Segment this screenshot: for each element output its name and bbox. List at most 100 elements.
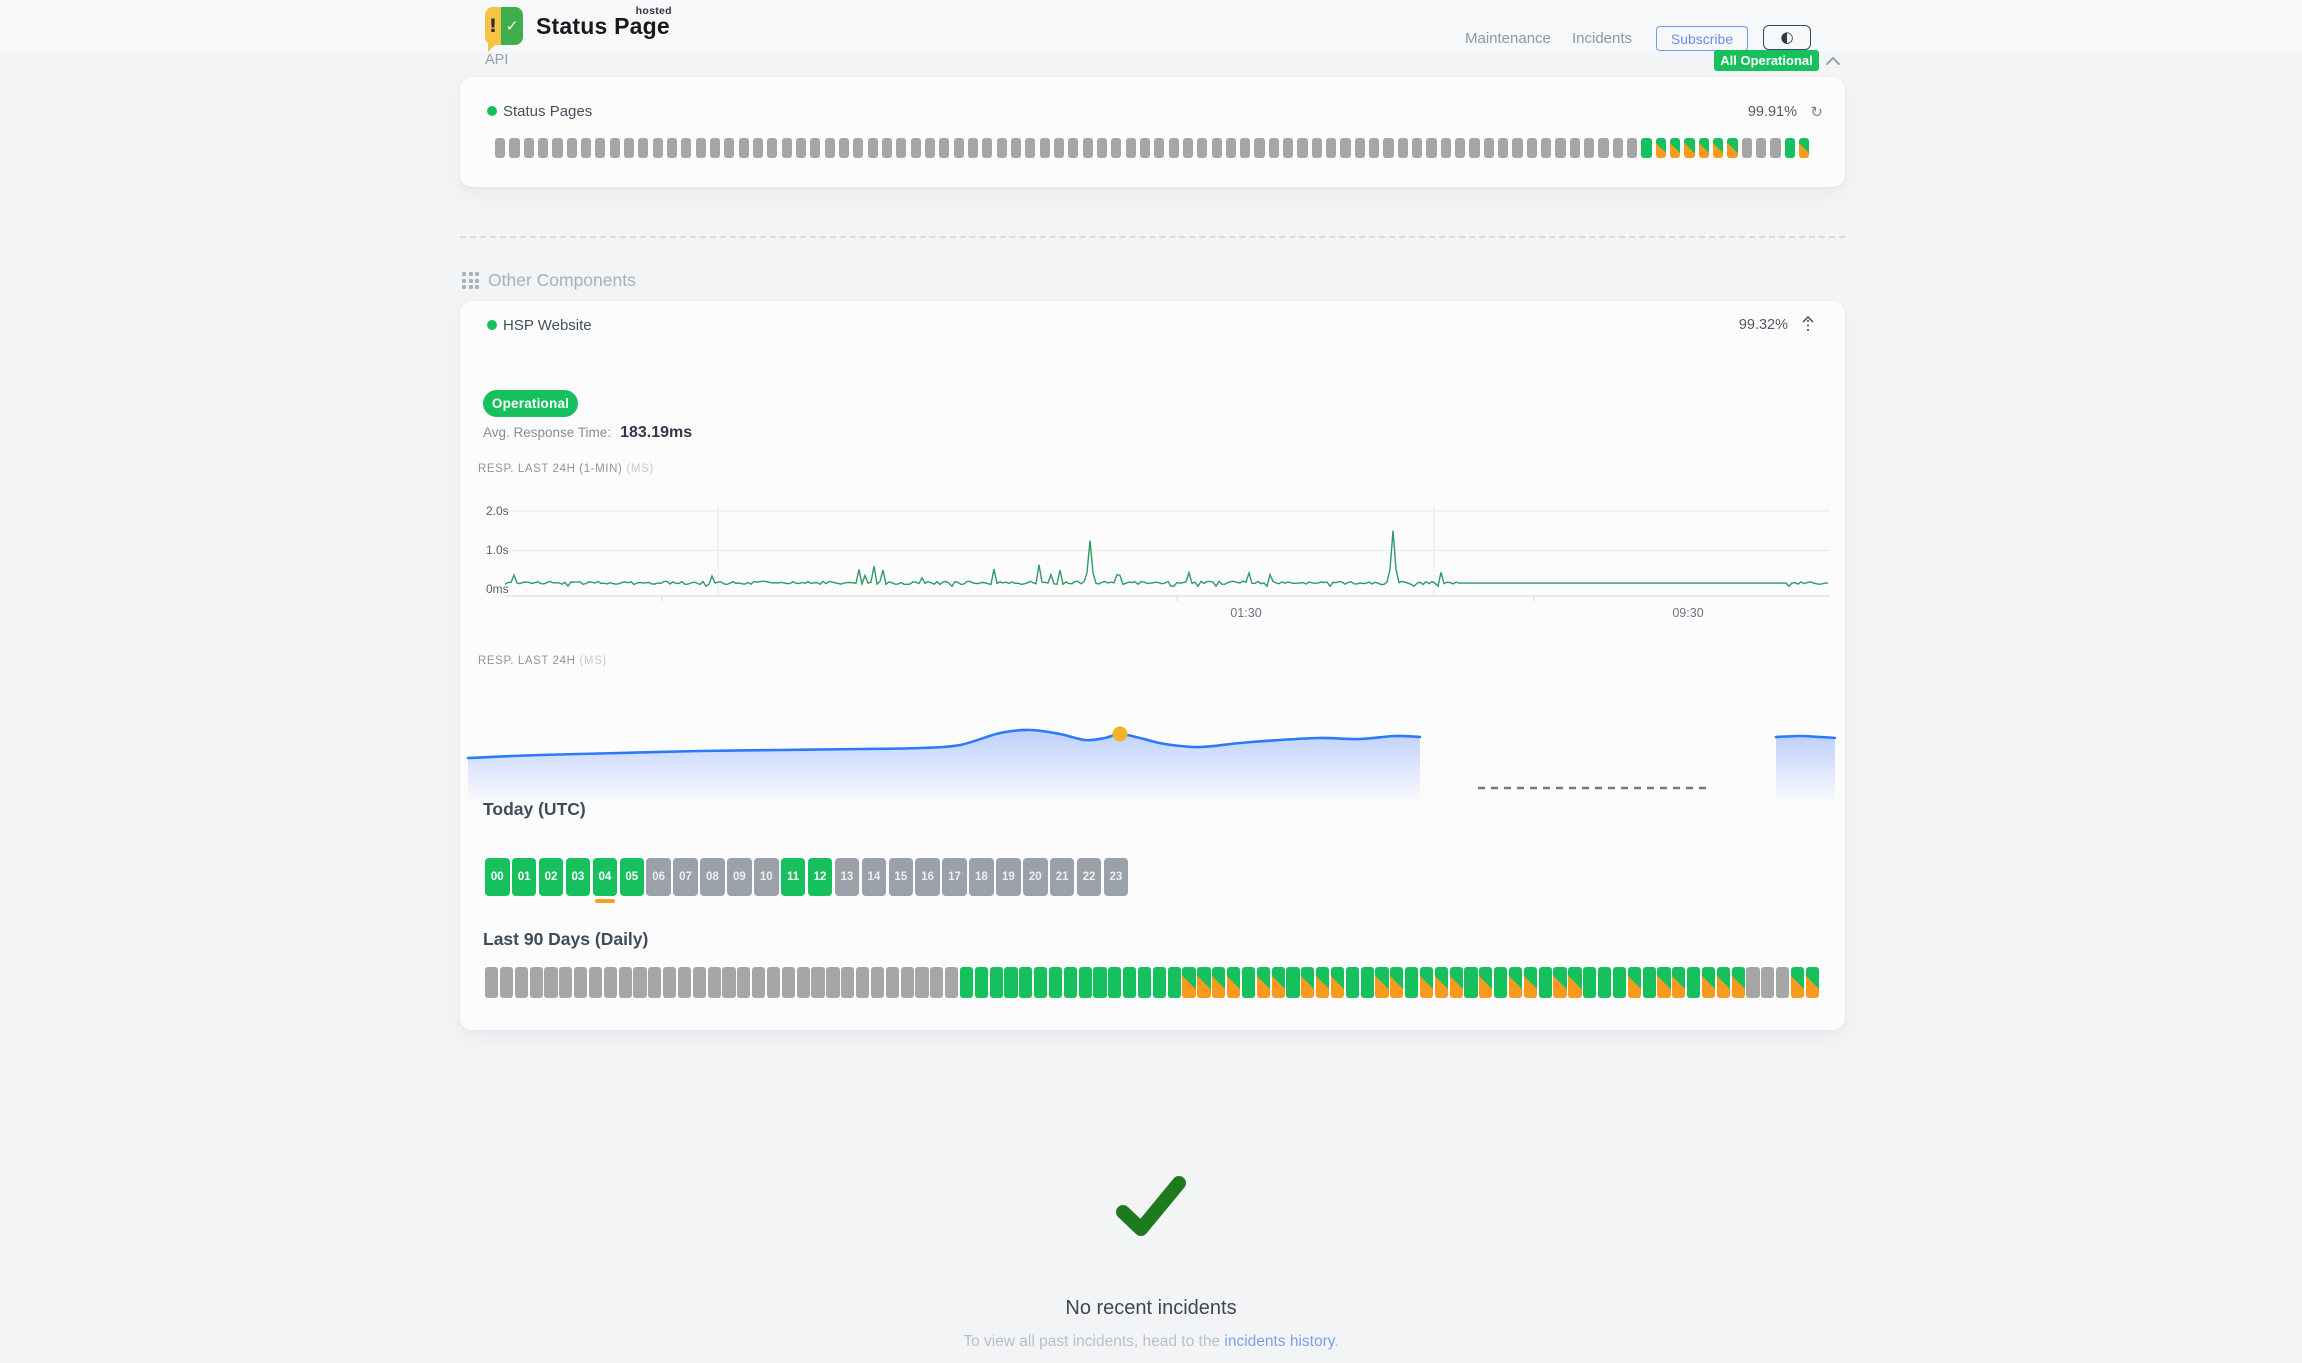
uptime-bar xyxy=(1331,967,1344,998)
uptime-bar xyxy=(1479,967,1492,998)
uptime-bar xyxy=(681,138,691,158)
uptime-bar xyxy=(1670,138,1680,158)
uptime-bar xyxy=(925,138,935,158)
overall-status-badge[interactable]: All Operational xyxy=(1714,50,1819,71)
uptime-bar xyxy=(1806,967,1819,998)
incidents-history-link[interactable]: incidents history xyxy=(1224,1333,1334,1350)
uptime-percentage: 99.91% xyxy=(1748,104,1797,120)
response-time-24h-area-chart xyxy=(460,680,1845,815)
uptime-bar xyxy=(1713,138,1723,158)
response-time-1min-chart xyxy=(460,500,1845,630)
uptime-bar xyxy=(1340,138,1350,158)
uptime-bar xyxy=(1097,138,1107,158)
uptime-bar xyxy=(930,967,943,998)
uptime-bar xyxy=(538,138,548,158)
uptime-bar xyxy=(1153,967,1166,998)
uptime-bar xyxy=(1079,967,1092,998)
uptime-bar xyxy=(567,138,577,158)
nav-maintenance[interactable]: Maintenance xyxy=(1465,30,1551,47)
uptime-bar xyxy=(797,967,810,998)
uptime-bar xyxy=(663,967,676,998)
uptime-bar xyxy=(1412,138,1422,158)
uptime-bar xyxy=(1197,967,1210,998)
uptime-bar xyxy=(975,967,988,998)
uptime-bar xyxy=(1011,138,1021,158)
y-axis-tick-label: 0ms xyxy=(486,582,509,596)
uptime-bar xyxy=(896,138,906,158)
uptime-bar xyxy=(1512,138,1522,158)
success-check-icon xyxy=(1111,1172,1191,1247)
uptime-bar xyxy=(1254,138,1264,158)
hour-block-01: 01 xyxy=(512,858,537,896)
uptime-bar xyxy=(1641,138,1651,158)
uptime-bar xyxy=(767,967,780,998)
status-dot xyxy=(487,320,497,330)
logo[interactable]: ! ✓ Status Page hosted xyxy=(485,7,670,45)
uptime-bar xyxy=(544,967,557,998)
marker-dot xyxy=(1113,727,1128,742)
uptime-bar xyxy=(810,138,820,158)
uptime-bar xyxy=(901,967,914,998)
uptime-bar xyxy=(782,138,792,158)
uptime-bar xyxy=(1420,967,1433,998)
uptime-bar xyxy=(552,138,562,158)
uptime-bar xyxy=(1369,138,1379,158)
uptime-bar xyxy=(1182,967,1195,998)
uptime-bar xyxy=(1539,967,1552,998)
refresh-icon[interactable]: ↻ xyxy=(1810,103,1823,121)
chevron-up-icon[interactable] xyxy=(1825,54,1841,72)
uptime-bar xyxy=(1494,967,1507,998)
uptime-bar xyxy=(1111,138,1121,158)
uptime-bar xyxy=(1584,138,1594,158)
x-axis-tick-label: 09:30 xyxy=(1658,606,1718,620)
uptime-bar xyxy=(1509,967,1522,998)
uptime-percentage: 99.32% xyxy=(1739,317,1788,333)
uptime-bar xyxy=(1464,967,1477,998)
uptime-bar xyxy=(1123,967,1136,998)
uptime-bar xyxy=(739,138,749,158)
uptime-bar xyxy=(1469,138,1479,158)
uptime-bar xyxy=(1355,138,1365,158)
hour-block-20: 20 xyxy=(1023,858,1048,896)
uptime-bar xyxy=(667,138,677,158)
uptime-bar xyxy=(1583,967,1596,998)
hour-block-07: 07 xyxy=(673,858,698,896)
hour-block-23: 23 xyxy=(1104,858,1129,896)
uptime-bar xyxy=(1455,138,1465,158)
uptime-bar xyxy=(839,138,849,158)
uptime-bar xyxy=(1226,138,1236,158)
hour-block-18: 18 xyxy=(969,858,994,896)
today-utc-title: Today (UTC) xyxy=(483,799,586,820)
uptime-bar xyxy=(1405,967,1418,998)
collapse-arrow-icon[interactable] xyxy=(1801,315,1815,339)
uptime-bar xyxy=(1049,967,1062,998)
uptime-bar xyxy=(1257,967,1270,998)
subscribe-button[interactable]: Subscribe xyxy=(1656,26,1748,51)
uptime-bar xyxy=(1568,967,1581,998)
uptime-bar xyxy=(1398,138,1408,158)
uptime-bar xyxy=(1242,967,1255,998)
uptime-bar xyxy=(856,967,869,998)
uptime-bar xyxy=(1553,967,1566,998)
uptime-bar xyxy=(530,967,543,998)
uptime-bar xyxy=(982,138,992,158)
uptime-bar xyxy=(495,138,505,158)
grid-icon xyxy=(462,272,479,289)
uptime-bar xyxy=(1598,138,1608,158)
uptime-bar xyxy=(1140,138,1150,158)
nav-incidents[interactable]: Incidents xyxy=(1572,30,1632,47)
uptime-bar xyxy=(1269,138,1279,158)
uptime-bar xyxy=(619,967,632,998)
uptime-bar xyxy=(574,967,587,998)
uptime-bar xyxy=(871,967,884,998)
hour-block-17: 17 xyxy=(942,858,967,896)
hour-block-04: 04 xyxy=(593,858,618,896)
uptime-bar xyxy=(968,138,978,158)
uptime-bar xyxy=(796,138,806,158)
uptime-bar xyxy=(1657,967,1670,998)
theme-toggle-button[interactable]: ◐ xyxy=(1763,25,1811,50)
uptime-bar xyxy=(853,138,863,158)
hour-block-00: 00 xyxy=(485,858,510,896)
avg-response-label: Avg. Response Time: xyxy=(483,425,611,440)
uptime-bar xyxy=(1212,138,1222,158)
